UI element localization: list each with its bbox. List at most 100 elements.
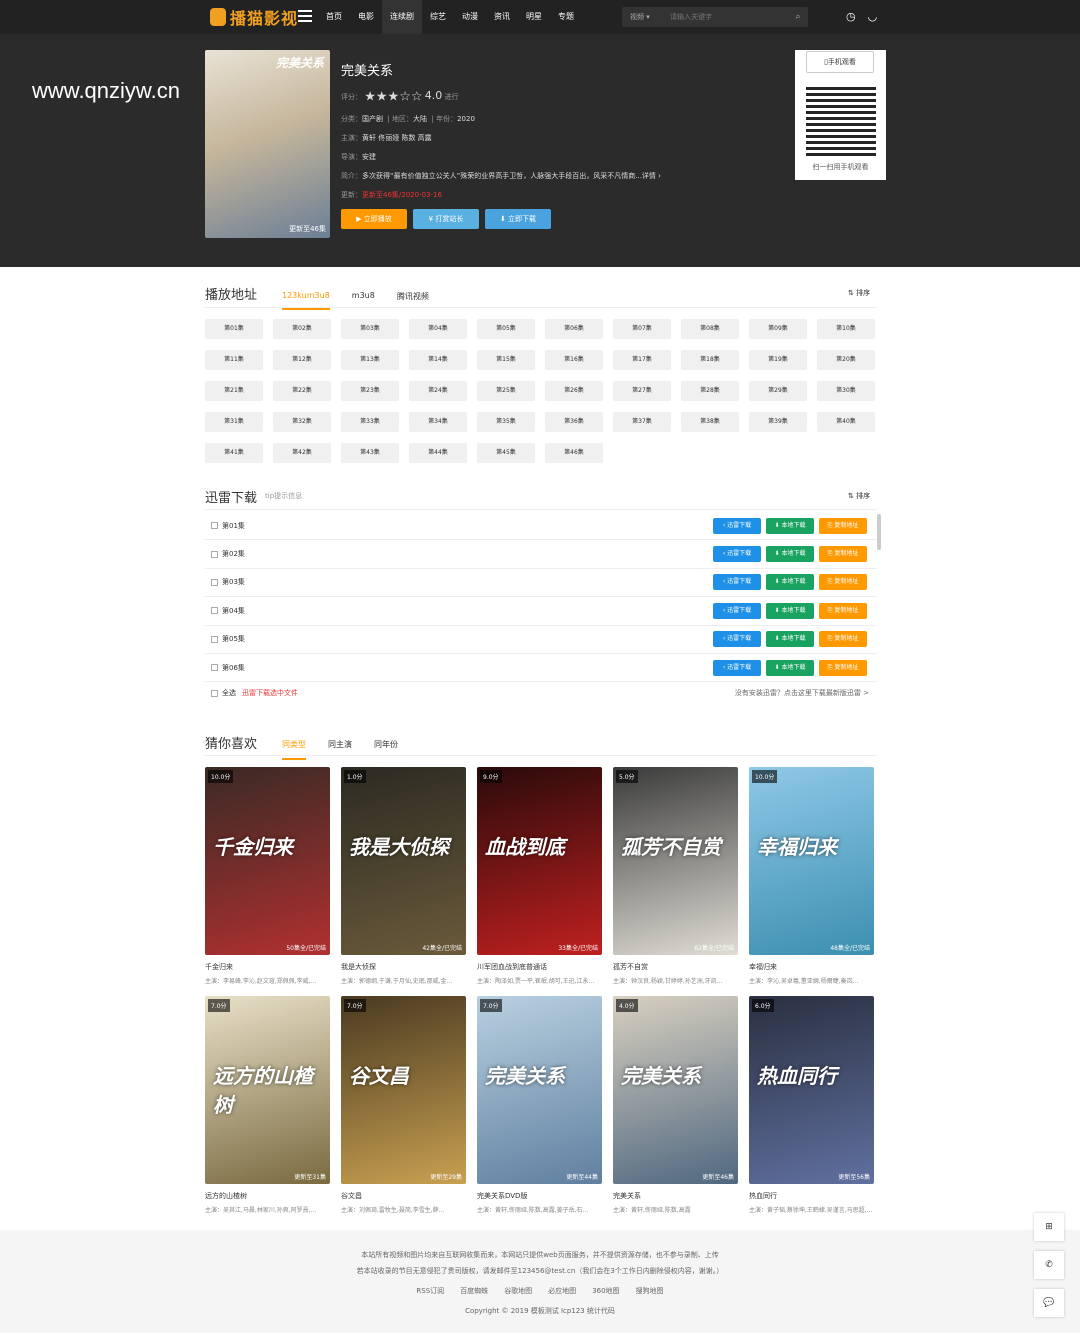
category-link[interactable]: 国产剧 (362, 115, 383, 123)
recommend-tab[interactable]: 同年份 (374, 739, 398, 760)
episode-button[interactable]: 第39集 (749, 412, 807, 432)
history-icon[interactable]: ◷ (846, 10, 856, 23)
chat-icon[interactable]: 💬 (1034, 1289, 1064, 1317)
episode-button[interactable]: 第44集 (409, 443, 467, 463)
episode-button[interactable]: 第37集 (613, 412, 671, 432)
site-logo[interactable]: 播猫影视 (210, 6, 298, 28)
movie-card[interactable]: 7.0分 完美关系 更新至44集 完美关系DVD版 主演：黄轩,佟丽娅,陈数,高露,姜子… (477, 996, 602, 1214)
footer-link[interactable]: 必应地图 (548, 1286, 576, 1296)
episode-button[interactable]: 第33集 (341, 412, 399, 432)
episode-button[interactable]: 第19集 (749, 350, 807, 370)
episode-button[interactable]: 第40集 (817, 412, 875, 432)
movie-cover[interactable]: 7.0分 完美关系 更新至44集 (477, 996, 602, 1184)
movie-cover[interactable]: 7.0分 远方的山楂树 更新至31集 (205, 996, 330, 1184)
movie-name[interactable]: 千金归来 (205, 962, 330, 972)
movie-card[interactable]: 7.0分 谷文昌 更新至29集 谷文昌 主演：刘佩琦,雷牧生,聂简,李雪生,薛... (341, 996, 466, 1214)
copy-address-button[interactable]: ⎘ 复制地址 (819, 602, 867, 619)
nav-item-2[interactable]: 连续剧 (382, 0, 422, 34)
recommend-tab[interactable]: 同类型 (282, 739, 306, 760)
xunlei-download-button[interactable]: ‹ 迅雷下载 (713, 602, 761, 619)
local-download-button[interactable]: ⬇ 本地下载 (766, 602, 814, 619)
nav-item-7[interactable]: 专题 (550, 0, 582, 34)
episode-button[interactable]: 第04集 (409, 319, 467, 339)
episode-button[interactable]: 第28集 (681, 381, 739, 401)
install-xunlei-link[interactable]: 没有安装迅雷？点击这里下载最新版迅雷 > (735, 688, 869, 698)
download-checkbox[interactable] (211, 664, 218, 672)
local-download-button[interactable]: ⬇ 本地下载 (766, 546, 814, 563)
episode-button[interactable]: 第32集 (273, 412, 331, 432)
episode-button[interactable]: 第27集 (613, 381, 671, 401)
windows-icon[interactable]: ⊞ (1034, 1213, 1064, 1241)
copy-address-button[interactable]: ⎘ 复制地址 (819, 546, 867, 563)
episode-button[interactable]: 第42集 (273, 443, 331, 463)
xunlei-download-button[interactable]: ‹ 迅雷下载 (713, 659, 761, 676)
episode-button[interactable]: 第21集 (205, 381, 263, 401)
movie-name[interactable]: 远方的山楂树 (205, 1191, 330, 1201)
episode-button[interactable]: 第30集 (817, 381, 875, 401)
movie-card[interactable]: 7.0分 远方的山楂树 更新至31集 远方的山楂树 主演：吴其江,马晨,林家川,孙爽,阿… (205, 996, 330, 1214)
episode-button[interactable]: 第41集 (205, 443, 263, 463)
episode-button[interactable]: 第13集 (341, 350, 399, 370)
movie-name[interactable]: 热血同行 (749, 1191, 874, 1201)
movie-cover[interactable]: 10.0分 幸福归来 48集全/已完结 (749, 767, 874, 955)
search-category-select[interactable]: 视频 ▾ (622, 12, 662, 22)
play-now-button[interactable]: ▶ 立即播放 (341, 208, 407, 229)
copy-address-button[interactable]: ⎘ 复制地址 (819, 659, 867, 676)
download-scrollbar[interactable] (877, 514, 881, 550)
rss-icon[interactable]: ◡ (868, 10, 878, 23)
episode-button[interactable]: 第25集 (477, 381, 535, 401)
movie-card[interactable]: 1.0分 我是大侦探 42集全/已完结 我是大侦探 主演：郭德纲,于谦,于月仙,史珉,那… (341, 767, 466, 985)
nav-item-5[interactable]: 资讯 (486, 0, 518, 34)
episode-button[interactable]: 第09集 (749, 319, 807, 339)
movie-card[interactable]: 4.0分 完美关系 更新至46集 完美关系 主演：黄轩,佟丽娅,陈数,高露 (613, 996, 738, 1214)
rating-stars[interactable]: ★★★☆☆ (364, 90, 422, 105)
movie-name[interactable]: 完美关系 (613, 1191, 738, 1201)
cast-links[interactable]: 黄轩 佟丽娅 陈数 高露 (362, 134, 432, 142)
play-sort-button[interactable]: ⇅ 排序 (848, 288, 870, 298)
movie-cover[interactable]: 10.0分 千金归来 50集全/已完结 (205, 767, 330, 955)
episode-button[interactable]: 第43集 (341, 443, 399, 463)
footer-link[interactable]: 搜狗地图 (636, 1286, 664, 1296)
download-checkbox[interactable] (211, 578, 218, 586)
episode-button[interactable]: 第17集 (613, 350, 671, 370)
episode-button[interactable]: 第07集 (613, 319, 671, 339)
episode-button[interactable]: 第36集 (545, 412, 603, 432)
movie-name[interactable]: 我是大侦探 (341, 962, 466, 972)
download-checkbox[interactable] (211, 522, 218, 530)
local-download-button[interactable]: ⬇ 本地下载 (766, 517, 814, 534)
movie-card[interactable]: 9.0分 血战到底 33集全/已完结 川军团血战到底普通话 主演：陶泽如,贾一平,崔岷,… (477, 767, 602, 985)
episode-button[interactable]: 第14集 (409, 350, 467, 370)
select-all-checkbox[interactable] (211, 689, 218, 697)
xunlei-download-button[interactable]: ‹ 迅雷下载 (713, 631, 761, 648)
episode-button[interactable]: 第05集 (477, 319, 535, 339)
movie-name[interactable]: 谷文昌 (341, 1191, 466, 1201)
movie-name[interactable]: 幸福归来 (749, 962, 874, 972)
episode-button[interactable]: 第35集 (477, 412, 535, 432)
xunlei-download-button[interactable]: ‹ 迅雷下载 (713, 517, 761, 534)
episode-button[interactable]: 第26集 (545, 381, 603, 401)
movie-card[interactable]: 10.0分 千金归来 50集全/已完结 千金归来 主演：李易峰,李沁,赵文瑄,郑佩佩,李… (205, 767, 330, 985)
movie-cover[interactable]: 6.0分 热血同行 更新至56集 (749, 996, 874, 1184)
nav-item-4[interactable]: 动漫 (454, 0, 486, 34)
detail-poster[interactable]: 完美关系 更新至46集 (205, 50, 330, 238)
download-checkbox[interactable] (211, 607, 218, 615)
footer-link[interactable]: 360地图 (592, 1286, 619, 1296)
movie-name[interactable]: 川军团血战到底普通话 (477, 962, 602, 972)
search-icon[interactable]: ⌕ (788, 12, 808, 22)
search-input[interactable] (662, 13, 788, 21)
download-selected-link[interactable]: 迅雷下载选中文件 (242, 688, 298, 698)
episode-button[interactable]: 第46集 (545, 443, 603, 463)
movie-cover[interactable]: 9.0分 血战到底 33集全/已完结 (477, 767, 602, 955)
copy-address-button[interactable]: ⎘ 复制地址 (819, 574, 867, 591)
local-download-button[interactable]: ⬇ 本地下载 (766, 659, 814, 676)
episode-button[interactable]: 第20集 (817, 350, 875, 370)
episode-button[interactable]: 第23集 (341, 381, 399, 401)
episode-button[interactable]: 第03集 (341, 319, 399, 339)
nav-item-6[interactable]: 明星 (518, 0, 550, 34)
movie-card[interactable]: 10.0分 幸福归来 48集全/已完结 幸福归来 主演：李沁,吴卓羲,董亚嫄,杨爾睫,秦… (749, 767, 874, 985)
episode-button[interactable]: 第12集 (273, 350, 331, 370)
copy-address-button[interactable]: ⎘ 复制地址 (819, 517, 867, 534)
xunlei-download-button[interactable]: ‹ 迅雷下载 (713, 546, 761, 563)
episode-button[interactable]: 第02集 (273, 319, 331, 339)
wechat-icon[interactable]: ✆ (1034, 1251, 1064, 1279)
